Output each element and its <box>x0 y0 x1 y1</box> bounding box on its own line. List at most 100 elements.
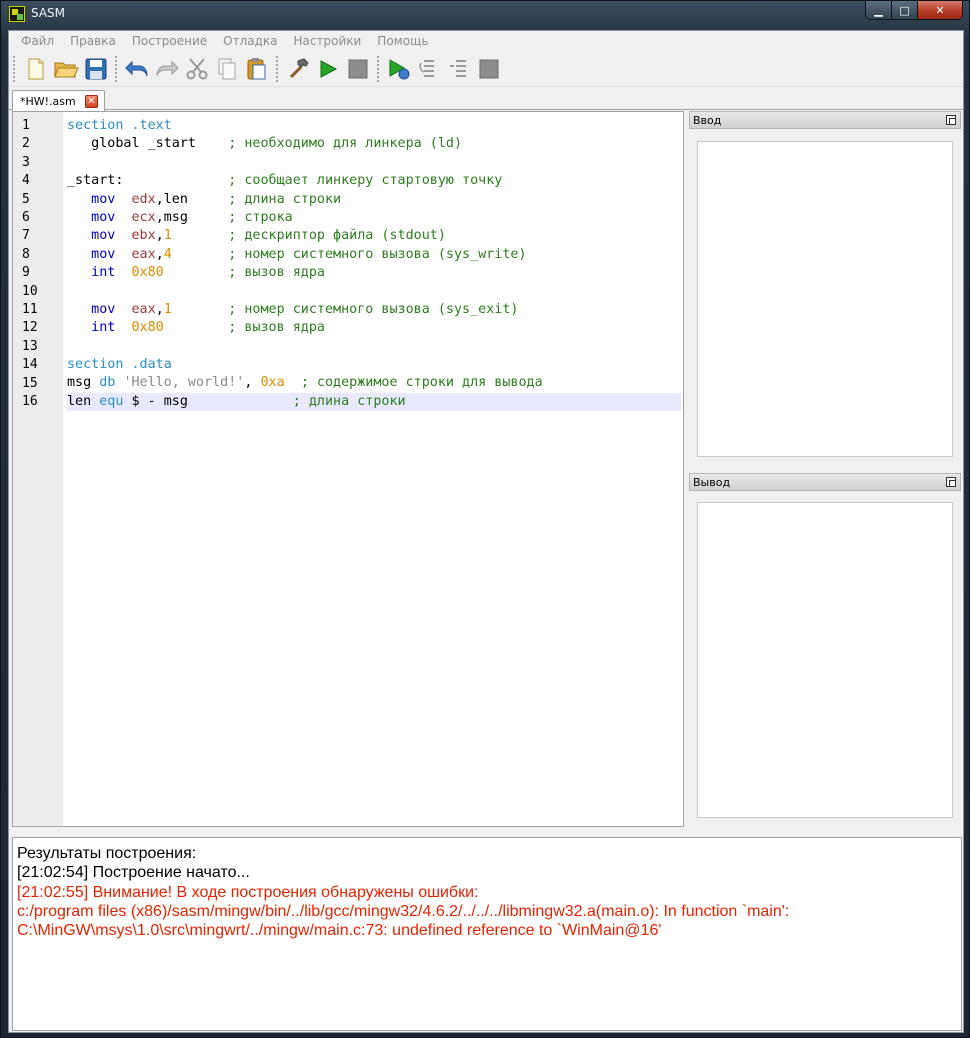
code-token: 0x80 <box>131 265 164 281</box>
line-number: 11 <box>22 302 38 317</box>
code-token: eax <box>131 246 156 262</box>
code-area[interactable]: section .text global _start ; необходимо… <box>67 117 681 412</box>
code-token: mov <box>67 191 132 207</box>
editor-tab-bar: *HW!.asm ✕ <box>9 87 963 111</box>
build-log[interactable]: Результаты построения: [21:02:54] Постро… <box>12 837 962 1031</box>
tab-close-icon[interactable]: ✕ <box>85 95 98 108</box>
code-token: 1 <box>163 301 172 317</box>
code-token: , <box>244 375 261 391</box>
title-bar[interactable]: SASM ▁ □ ✕ <box>1 1 969 25</box>
code-line[interactable] <box>67 338 681 356</box>
code-line[interactable] <box>67 283 681 301</box>
redo-button[interactable] <box>152 54 182 84</box>
maximize-button[interactable]: □ <box>892 1 918 19</box>
build-button[interactable] <box>283 54 313 84</box>
input-dock-title: Ввод <box>689 111 961 129</box>
code-token: int <box>67 320 132 336</box>
step-into-icon <box>450 59 466 77</box>
line-number: 3 <box>22 154 30 170</box>
menu-build[interactable]: Построение <box>124 34 215 48</box>
line-number: 2 <box>22 136 30 152</box>
code-line[interactable]: _start: ; сообщает линкеру стартовую точ… <box>67 172 681 190</box>
code-token: msg <box>67 375 100 391</box>
log-line: [21:02:54] Построение начато... <box>17 864 250 882</box>
code-token: equ <box>99 393 124 409</box>
menu-edit[interactable]: Правка <box>62 34 124 48</box>
code-line[interactable]: mov edx,len ; длина строки <box>67 191 681 209</box>
code-line[interactable]: section .data <box>67 356 681 374</box>
code-line[interactable]: mov ecx,msg ; строка <box>67 209 681 227</box>
code-line[interactable]: section .text <box>67 117 681 135</box>
debug-button[interactable] <box>384 54 414 84</box>
paste-icon <box>247 57 266 79</box>
code-token: eax <box>131 301 156 317</box>
minimize-button[interactable]: ▁ <box>866 1 892 19</box>
code-token: ; необходимо для линкера (ld) <box>228 136 463 152</box>
step-into-button[interactable] <box>444 54 474 84</box>
run-button[interactable] <box>313 54 343 84</box>
menu-debug[interactable]: Отладка <box>215 34 285 48</box>
code-token: _start: <box>67 173 229 189</box>
input-textarea[interactable] <box>697 141 953 457</box>
code-line[interactable]: int 0x80 ; вызов ядра <box>67 264 681 282</box>
code-token: section .data <box>67 357 172 373</box>
output-textarea[interactable] <box>697 502 953 818</box>
code-token: ,len <box>155 191 229 207</box>
code-line[interactable]: mov eax,4 ; номер системного вызова (sys… <box>67 246 681 264</box>
new-file-button[interactable] <box>21 54 51 84</box>
code-token: $ - msg <box>123 393 293 409</box>
code-token: ecx <box>131 209 156 225</box>
code-token: int <box>67 265 132 281</box>
line-number: 10 <box>22 283 38 299</box>
build-hammer-icon <box>289 57 309 78</box>
cut-button[interactable] <box>182 54 212 84</box>
open-file-button[interactable] <box>51 54 81 84</box>
output-dock-title: Вывод <box>689 473 961 491</box>
code-line[interactable]: mov ebx,1 ; дескриптор файла (stdout) <box>67 227 681 245</box>
undo-button[interactable] <box>122 54 152 84</box>
debug-icon <box>389 58 410 79</box>
line-number: 16 <box>22 394 38 409</box>
paste-button[interactable] <box>242 54 272 84</box>
save-button[interactable] <box>81 54 111 84</box>
undo-icon <box>125 60 148 76</box>
code-token: ebx <box>131 228 156 244</box>
menu-bar: Файл Правка Построение Отладка Настройки… <box>9 31 963 51</box>
copy-button[interactable] <box>212 54 242 84</box>
menu-file[interactable]: Файл <box>13 34 62 48</box>
line-number: 15 <box>22 375 38 391</box>
window-controls: ▁ □ ✕ <box>865 1 963 20</box>
close-button[interactable]: ✕ <box>918 1 962 19</box>
code-line[interactable]: len equ $ - msg ; длина строки <box>67 392 681 412</box>
step-over-button[interactable] <box>414 54 444 84</box>
code-line[interactable]: mov eax,1 ; номер системного вызова (sys… <box>67 301 681 319</box>
cut-icon <box>186 57 208 79</box>
output-dock-label: Вывод <box>693 476 731 489</box>
code-line[interactable]: int 0x80 ; вызов ядра <box>67 319 681 337</box>
line-number: 4 <box>22 173 30 189</box>
copy-icon <box>218 58 236 79</box>
code-line[interactable] <box>67 154 681 172</box>
stop-button[interactable] <box>343 54 373 84</box>
code-line[interactable]: global _start ; необходимо для линкера (… <box>67 135 681 153</box>
menu-settings[interactable]: Настройки <box>286 34 370 48</box>
line-number: 1 <box>22 118 30 133</box>
line-number: 6 <box>22 210 30 225</box>
float-dock-icon[interactable] <box>946 115 956 125</box>
code-token: ; содержимое строки для вывода <box>300 375 543 391</box>
code-editor[interactable]: 1 2 3 4 5 6 7 8 9 10 11 12 13 14 15 16 section .text gl… <box>12 111 684 827</box>
line-number: 13 <box>22 338 38 354</box>
code-line[interactable]: msg db 'Hello, world!', 0xa ; содержимое… <box>67 374 681 392</box>
float-dock-icon[interactable] <box>946 477 956 487</box>
toolbar-grip[interactable] <box>12 54 16 83</box>
stop-debug-button[interactable] <box>474 54 504 84</box>
log-line: C:\MinGW\msys\1.0\src\mingwrt/../mingw/m… <box>17 922 662 940</box>
tab-hw-asm[interactable]: *HW!.asm ✕ <box>12 90 105 111</box>
menu-help[interactable]: Помощь <box>369 34 436 48</box>
line-number: 14 <box>22 357 38 373</box>
